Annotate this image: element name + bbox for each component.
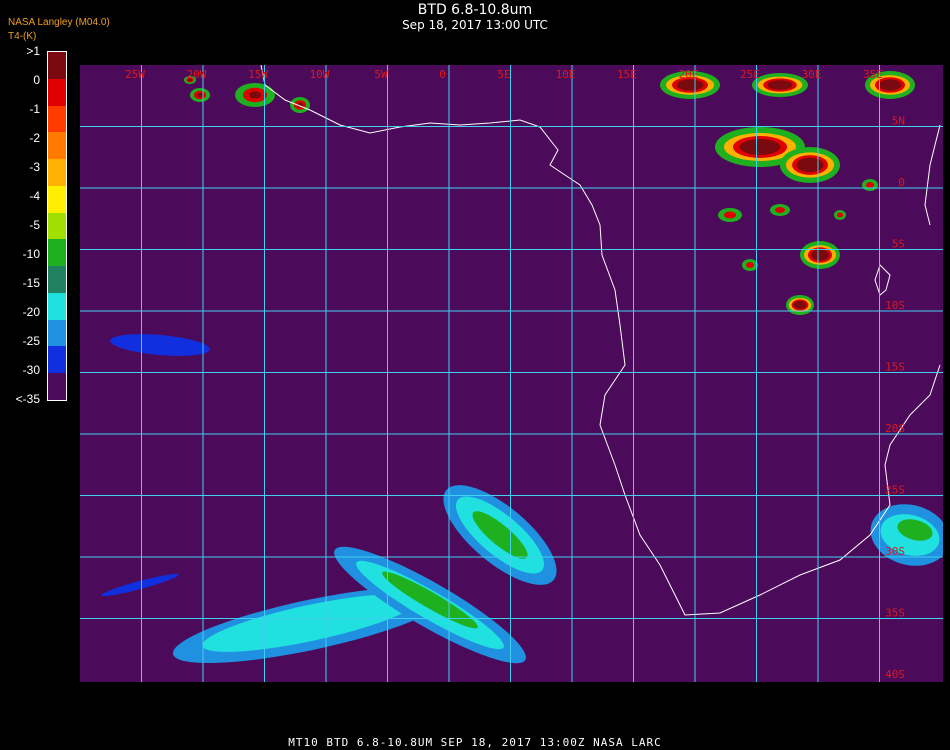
cloud-blob: [866, 182, 874, 188]
cloud-blob: [249, 91, 261, 99]
color-legend: [47, 51, 67, 401]
cloud-blob: [767, 80, 793, 90]
legend-tick-label: -5: [29, 218, 40, 232]
credit-units: T4-(K): [8, 31, 37, 42]
credit-source: NASA Langley (M04.0): [8, 17, 110, 28]
cloud-blob: [793, 301, 807, 309]
longitude-label: 10W: [310, 68, 330, 81]
longitude-label: 5E: [497, 68, 510, 81]
legend-swatch: [48, 266, 66, 294]
cloud-blob: [796, 157, 824, 173]
legend-tick-label: <-35: [15, 392, 40, 406]
map-canvas: 25W 20W 15W 10W 5W 0 5E 10E 15E 20E 25E 30E 35E 5N 0 5S…: [80, 65, 943, 682]
longitude-label: 20E: [679, 68, 699, 81]
latitude-label: 25S: [885, 484, 905, 497]
longitude-label: 0: [439, 68, 446, 81]
latitude-label: 5S: [892, 238, 905, 251]
cloud-blob: [676, 79, 704, 91]
legend-tick-label: -20: [22, 305, 40, 319]
legend-swatch: [48, 132, 66, 160]
longitude-label: 15E: [617, 68, 637, 81]
longitude-label: 20W: [187, 68, 207, 81]
latitude-label: 10S: [885, 299, 905, 312]
legend-tick-label: -2: [29, 131, 40, 145]
legend-tick-label: -30: [22, 363, 40, 377]
legend-tick-label: -10: [22, 247, 40, 261]
satellite-map: 25W 20W 15W 10W 5W 0 5E 10E 15E 20E 25E 30E 35E 5N 0 5S…: [80, 65, 943, 682]
map-timestamp: Sep 18, 2017 13:00 UTC: [402, 18, 548, 32]
legend-swatch: [48, 52, 66, 80]
longitude-label: 15W: [248, 68, 268, 81]
latitude-label: 20S: [885, 422, 905, 435]
cloud-blob: [724, 211, 736, 219]
legend-swatch: [48, 319, 66, 347]
legend-tick-label: >1: [26, 44, 40, 58]
legend-swatch: [48, 78, 66, 107]
legend-tick-label: -3: [29, 160, 40, 174]
longitude-label: 30E: [802, 68, 822, 81]
cloud-blob: [197, 92, 203, 98]
cloud-blob: [878, 79, 902, 91]
cloud-blob: [746, 262, 754, 268]
latitude-label: 35S: [885, 607, 905, 620]
legend-swatch: [48, 185, 66, 214]
legend-tick-label: -15: [22, 276, 40, 290]
coastline: [260, 65, 941, 616]
longitude-label: 25W: [125, 68, 145, 81]
longitude-label: 10E: [556, 68, 576, 81]
legend-swatch: [48, 159, 66, 187]
legend-tick-label: -1: [29, 102, 40, 116]
longitude-label: 35E: [863, 68, 883, 81]
latitude-label: 5N: [892, 115, 905, 128]
legend-swatch: [48, 373, 66, 401]
map-title: BTD 6.8-10.8um: [417, 2, 533, 18]
latitude-label: 0: [898, 176, 905, 189]
cloud-blob: [811, 249, 829, 261]
longitude-label: 5W: [374, 68, 388, 81]
cloud-blob: [101, 573, 179, 597]
legend-swatch: [48, 105, 66, 133]
legend-tick-label: 0: [33, 73, 40, 87]
legend-swatch: [48, 212, 66, 240]
legend-tick-label: -4: [29, 189, 40, 203]
credit-block: NASA Langley (M04.0) T4-(K): [8, 16, 110, 44]
cloud-features: [101, 71, 943, 664]
legend-swatch: [48, 346, 66, 374]
legend-tick-label: -25: [22, 334, 40, 348]
legend-swatch: [48, 239, 66, 267]
east-coast-outline: [924, 124, 941, 226]
cloud-blob: [837, 212, 843, 218]
latitude-label: 40S: [885, 668, 905, 681]
legend-swatch: [48, 292, 66, 321]
latitude-label: 30S: [885, 545, 905, 558]
cloud-blob: [775, 207, 785, 213]
lake-outline: [874, 264, 891, 296]
cloud-blob: [739, 139, 781, 155]
latitude-label: 15S: [885, 361, 905, 374]
image-footer: MT10 BTD 6.8-10.8UM SEP 18, 2017 13:00Z …: [288, 736, 662, 749]
longitude-label: 25E: [740, 68, 760, 81]
cloud-blob: [110, 334, 210, 356]
africa-coastline: [260, 65, 941, 616]
